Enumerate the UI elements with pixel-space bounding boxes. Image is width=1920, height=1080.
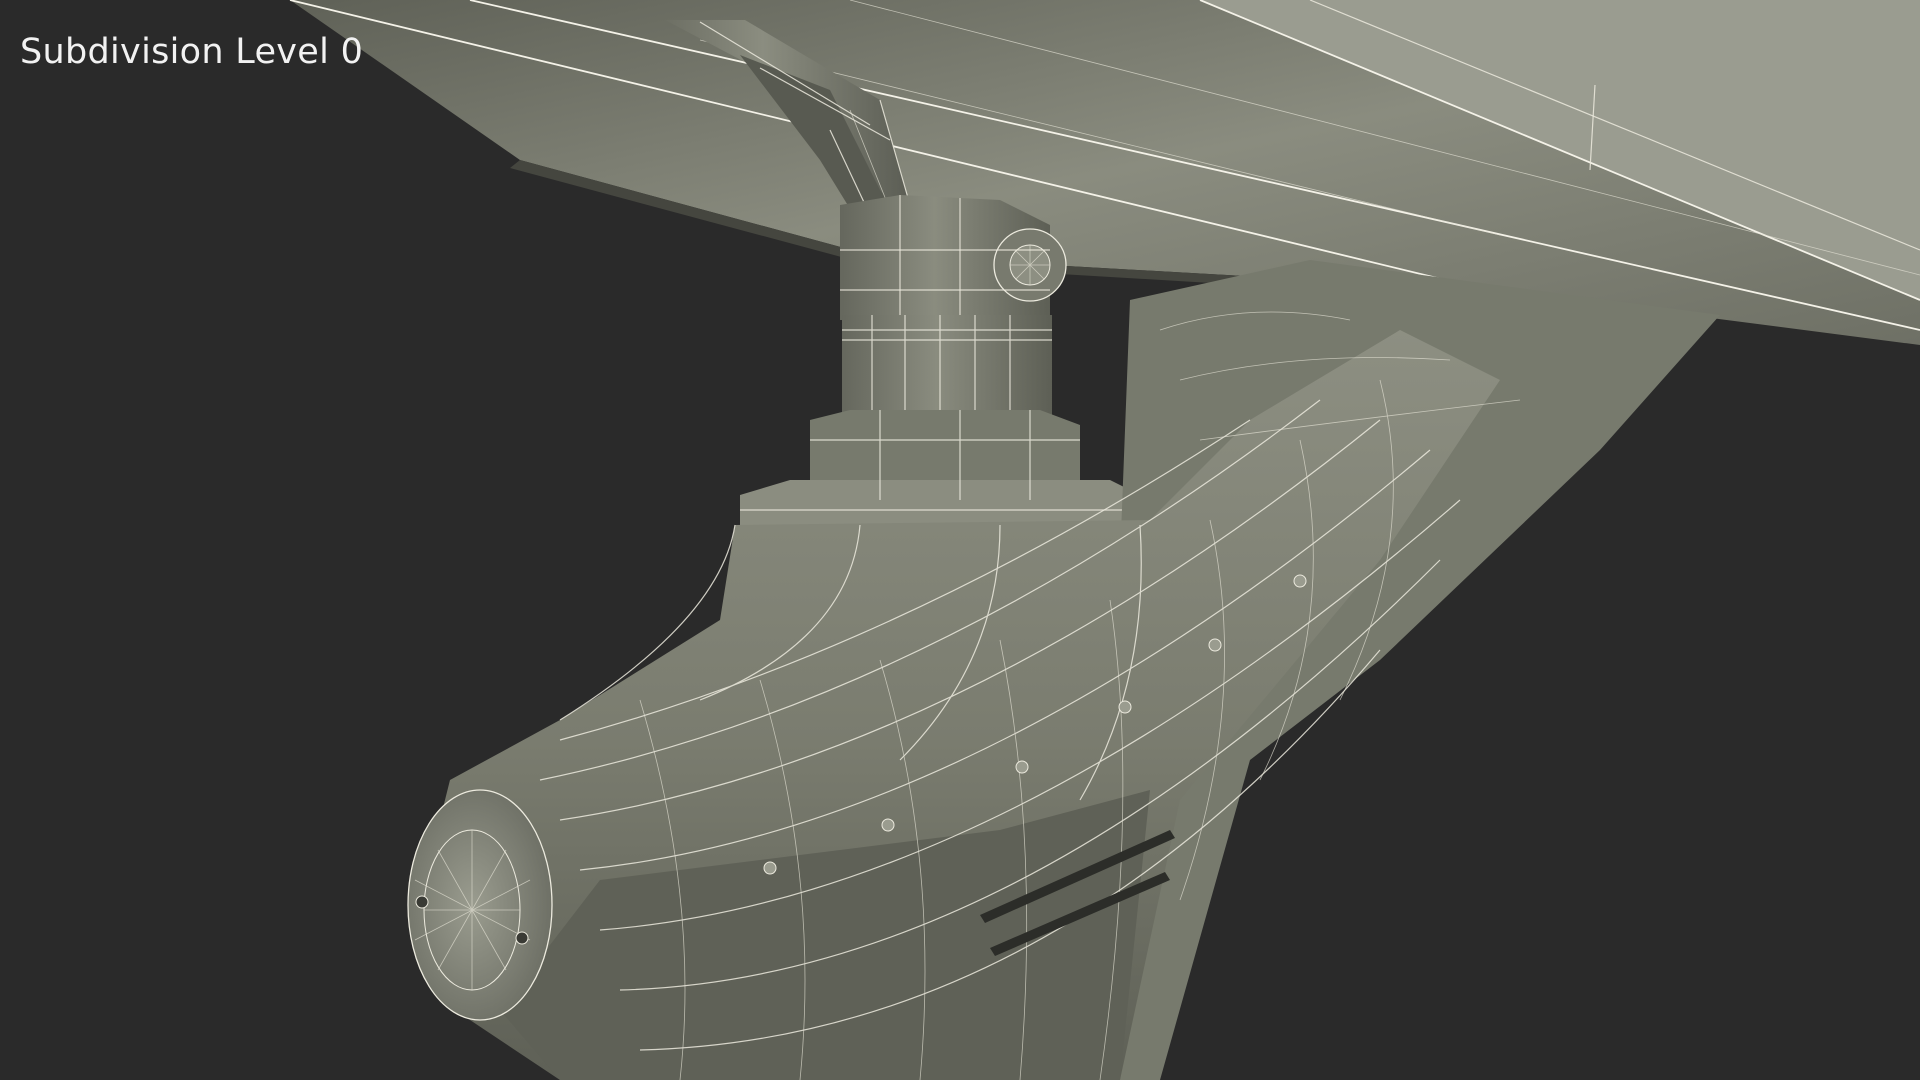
housing-body: [407, 260, 1720, 1080]
subdivision-level-label: Subdivision Level 0: [20, 32, 364, 72]
solar-panel: [289, 0, 1920, 345]
render-viewport: Subdivision Level 0: [0, 0, 1920, 1080]
octagonal-collar: [740, 410, 1150, 525]
wireframe-render: [289, 0, 1920, 1080]
